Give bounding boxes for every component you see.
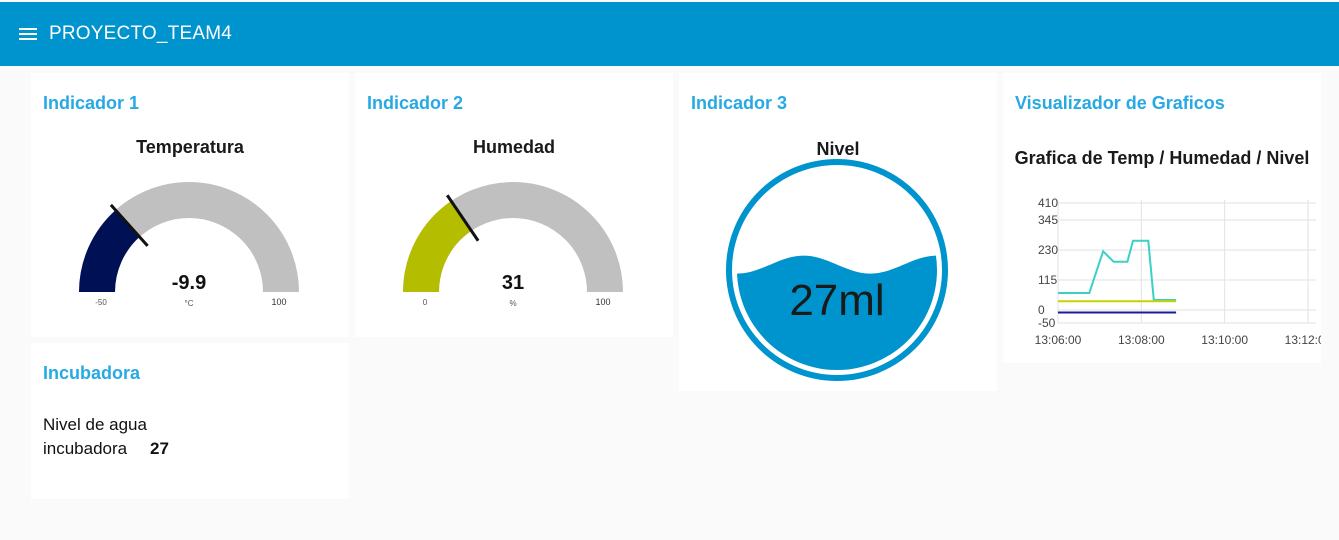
y-tick-label: 230 — [1038, 243, 1058, 257]
hamburger-menu-icon[interactable] — [19, 27, 37, 41]
gauge-value: 31 — [502, 272, 524, 294]
gauge-value: -9.9 — [172, 272, 206, 294]
x-tick-label: 13:08:00 — [1118, 333, 1165, 347]
gauge-min: -50 — [95, 298, 107, 307]
humidity-gauge: 31 % 0 100 — [403, 182, 623, 308]
y-tick-label: 0 — [1038, 303, 1045, 317]
x-tick-label: 13:06:00 — [1035, 333, 1082, 347]
y-tick-label: 410 — [1038, 196, 1058, 210]
incubadora-title: Incubadora — [43, 363, 141, 383]
gauge-max: 100 — [595, 297, 610, 307]
top-app-bar: PROYECTO_TEAM4 — [0, 2, 1339, 66]
app-title: PROYECTO_TEAM4 — [49, 23, 232, 44]
tank-value: 27ml — [789, 276, 884, 325]
level-tank: 27ml — [726, 159, 948, 381]
chart-card: Visualizador de Graficos Grafica de Temp… — [1003, 73, 1321, 363]
gauge-max: 100 — [271, 297, 286, 307]
gauge-fill — [79, 210, 141, 293]
line-chart: 410 345 230 115 0-50 13:06:00 13:08:00 13:10:00… — [1035, 196, 1321, 347]
water-level-value: 27 — [150, 439, 169, 458]
y-tick-label: 345 — [1038, 213, 1058, 227]
y-tick-label: -50 — [1038, 316, 1056, 330]
gauge-min: 0 — [423, 298, 428, 307]
temperature-gauge: -9.9 °C -50 100 — [79, 182, 299, 308]
indicator2-card: Indicador 2 Humedad 31 % 0 100 — [355, 73, 673, 337]
gauge-fill — [403, 201, 472, 293]
gauge-unit: % — [509, 299, 516, 308]
x-tick-label: 13:10:00 — [1201, 333, 1248, 347]
gauge-unit: °C — [185, 299, 194, 308]
water-level-label: Nivel de agua incubadora — [43, 415, 147, 458]
x-tick-label: 13:12:00 — [1285, 333, 1321, 347]
indicator1-card: Indicador 1 Temperatura -9.9 °C -50 100 — [31, 73, 349, 337]
y-tick-label: 115 — [1038, 273, 1057, 287]
indicator3-card: Indicador 3 Nivel 27ml — [679, 73, 997, 391]
incubadora-card: Incubadora Nivel de agua incubadora 27 — [31, 343, 349, 499]
